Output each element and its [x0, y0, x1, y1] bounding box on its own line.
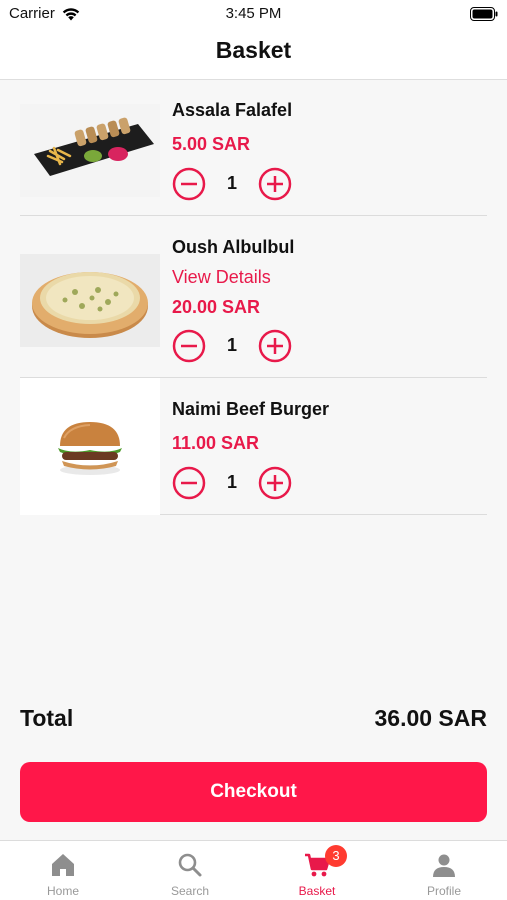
increase-quantity-button[interactable] [258, 466, 292, 500]
status-time: 3:45 PM [225, 5, 282, 22]
tab-label: Search [170, 884, 210, 898]
item-price: 20.00 SAR [172, 297, 261, 317]
increase-quantity-button[interactable] [258, 329, 292, 363]
tab-label: Home [46, 884, 79, 898]
item-name: Naimi Beef Burger [172, 399, 330, 419]
minus-circle-icon [172, 329, 206, 363]
search-icon [178, 853, 202, 877]
tab-label: Profile [426, 884, 461, 898]
quantity-value: 1 [226, 472, 237, 492]
pizza-image [20, 254, 160, 347]
increase-quantity-button[interactable] [258, 167, 292, 201]
basket-item: Assala Falafel 5.00 SAR 1 [20, 96, 487, 216]
home-icon [52, 854, 74, 876]
item-price: 5.00 SAR [172, 134, 251, 154]
page-title: Basket [215, 37, 292, 63]
quantity-value: 1 [226, 173, 237, 193]
burger-image [20, 378, 160, 515]
tab-label: Basket [298, 884, 336, 898]
item-name: Assala Falafel [172, 100, 293, 120]
tab-bar: Home Search 3 Basket Profile [0, 840, 507, 900]
item-name: Oush Albulbul [172, 237, 295, 257]
quantity-stepper: 1 [172, 329, 296, 363]
cart-count-badge: 3 [325, 845, 347, 867]
status-bar: Carrier 3:45 PM [0, 0, 507, 28]
quantity-value: 1 [226, 335, 237, 355]
basket-item: Naimi Beef Burger 11.00 SAR 1 [20, 378, 487, 515]
tab-basket[interactable]: 3 Basket [254, 841, 380, 900]
plus-circle-icon [258, 167, 292, 201]
checkout-button[interactable]: Checkout [20, 762, 487, 822]
decrease-quantity-button[interactable] [172, 329, 206, 363]
basket-item: Oush Albulbul View Details 20.00 SAR 1 [20, 216, 487, 378]
view-details-link[interactable]: View Details [172, 267, 271, 288]
item-price: 11.00 SAR [172, 433, 260, 453]
minus-circle-icon [172, 466, 206, 500]
tab-home[interactable]: Home [0, 841, 126, 900]
navigation-bar: Basket [0, 28, 507, 80]
total-value: 36.00 SAR [374, 705, 487, 731]
falafel-platter-image [20, 104, 160, 197]
plus-circle-icon [258, 466, 292, 500]
total-label: Total [20, 705, 74, 731]
minus-circle-icon [172, 167, 206, 201]
quantity-stepper: 1 [172, 466, 296, 500]
tab-profile[interactable]: Profile [381, 841, 507, 900]
battery-icon [470, 7, 498, 25]
tab-search[interactable]: Search [127, 841, 253, 900]
decrease-quantity-button[interactable] [172, 167, 206, 201]
decrease-quantity-button[interactable] [172, 466, 206, 500]
person-icon [433, 854, 455, 877]
quantity-stepper: 1 [172, 167, 296, 201]
plus-circle-icon [258, 329, 292, 363]
